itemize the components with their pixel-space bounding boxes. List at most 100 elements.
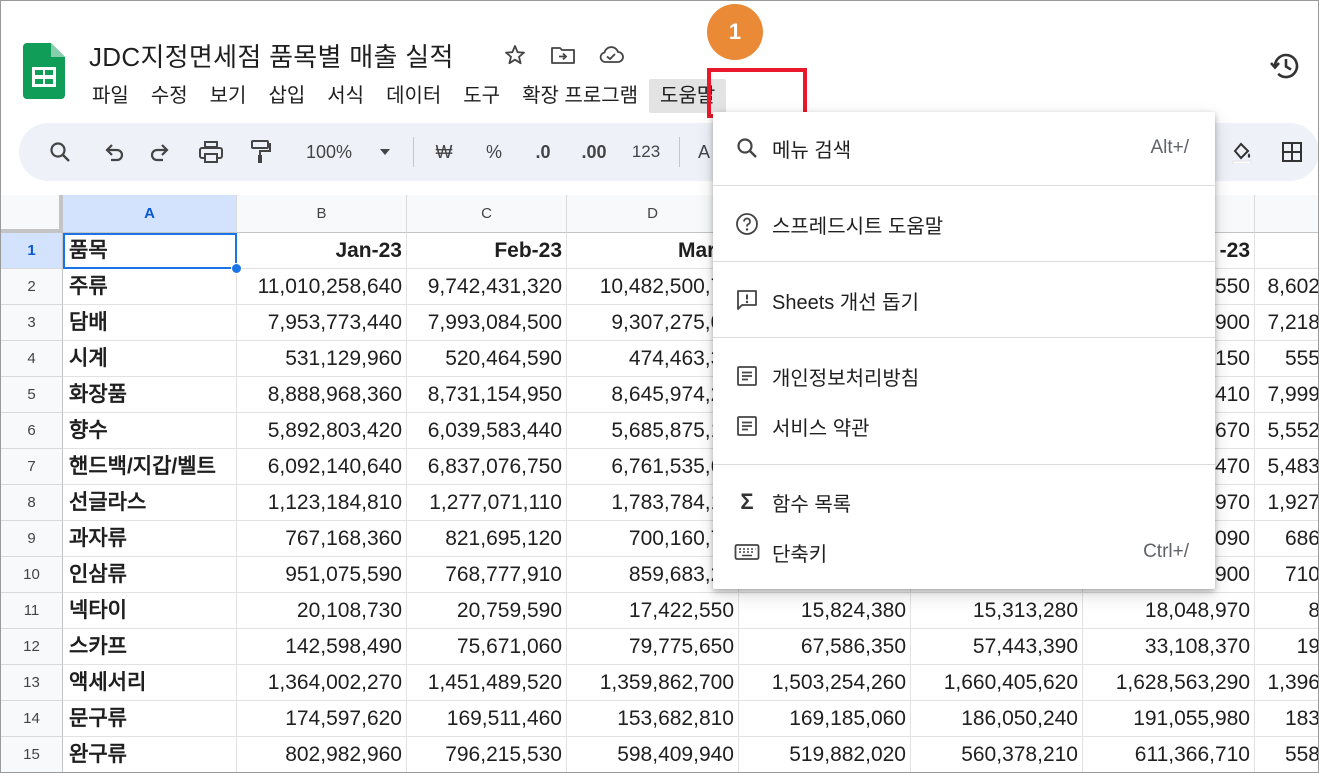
cell-d[interactable]: 79,775,650 [567,629,739,665]
cloud-status-icon[interactable] [597,41,625,69]
currency-format-button[interactable]: ₩ [427,123,461,181]
cell-h[interactable]: 8,602 [1255,269,1318,305]
cell-h[interactable]: 1,927 [1255,485,1318,521]
cell-b[interactable]: 20,108,730 [237,593,407,629]
increase-decimal-button[interactable]: .00 [571,123,617,181]
row-header[interactable]: 11 [1,593,63,629]
row-header[interactable]: 1 [1,233,63,269]
menu-search-item[interactable]: 메뉴 검색 Alt+/ [713,126,1215,170]
sheets-help-item[interactable]: 스프레드시트 도움말 [713,202,1215,246]
cell-c[interactable]: 6,039,583,440 [407,413,567,449]
cell-b[interactable]: 767,168,360 [237,521,407,557]
cell-a[interactable]: 완구류 [63,737,237,772]
menu-edit[interactable]: 수정 [140,79,199,113]
column-header-h[interactable] [1255,195,1318,233]
move-folder-icon[interactable] [549,41,577,69]
row-header[interactable]: 2 [1,269,63,305]
cell-f[interactable]: 560,378,210 [911,737,1083,772]
cell-c[interactable]: 520,464,590 [407,341,567,377]
decrease-decimal-button[interactable]: .0 [523,123,563,181]
fill-color-icon[interactable] [1225,123,1259,181]
row-header[interactable]: 6 [1,413,63,449]
cell-h[interactable]: 7,999 [1255,377,1318,413]
privacy-policy-item[interactable]: 개인정보처리방침 [713,354,1215,398]
row-header[interactable]: 13 [1,665,63,701]
menu-data[interactable]: 데이터 [375,79,452,113]
row-header[interactable]: 10 [1,557,63,593]
borders-icon[interactable] [1275,123,1309,181]
cell-e[interactable]: 169,185,060 [739,701,911,737]
row-header[interactable]: 3 [1,305,63,341]
cell-a[interactable]: 과자류 [63,521,237,557]
improve-sheets-item[interactable]: Sheets 개선 돕기 [713,278,1215,322]
cell-c[interactable]: 768,777,910 [407,557,567,593]
cell-d[interactable]: 17,422,550 [567,593,739,629]
search-menus-icon[interactable] [43,123,77,181]
cell-c[interactable]: 1,277,071,110 [407,485,567,521]
cell-d[interactable]: 598,409,940 [567,737,739,772]
cell-a[interactable]: 스카프 [63,629,237,665]
cell-b[interactable]: 11,010,258,640 [237,269,407,305]
cell-h[interactable]: 686 [1255,521,1318,557]
cell-h[interactable]: 7,218 [1255,305,1318,341]
row-header[interactable]: 12 [1,629,63,665]
cell-d[interactable]: 153,682,810 [567,701,739,737]
cell-a[interactable]: 핸드백/지갑/벨트 [63,449,237,485]
cell-a[interactable]: 문구류 [63,701,237,737]
fill-handle[interactable] [231,263,242,274]
function-list-item[interactable]: Σ 함수 목록 [713,480,1215,524]
menu-file[interactable]: 파일 [81,79,140,113]
cell-e[interactable]: 519,882,020 [739,737,911,772]
column-header-a[interactable]: A [63,195,237,233]
cell-c[interactable]: 169,511,460 [407,701,567,737]
cell-d[interactable]: 1,359,862,700 [567,665,739,701]
zoom-select[interactable]: 100% [297,123,361,181]
cell-e[interactable]: 1,503,254,260 [739,665,911,701]
keyboard-shortcuts-item[interactable]: 단축키 Ctrl+/ [713,530,1215,574]
cell-b[interactable]: 6,092,140,640 [237,449,407,485]
cell-g[interactable]: 33,108,370 [1083,629,1255,665]
cell-c[interactable]: 75,671,060 [407,629,567,665]
menu-format[interactable]: 서식 [316,79,375,113]
menu-view[interactable]: 보기 [199,79,258,113]
cell-b[interactable]: 951,075,590 [237,557,407,593]
cell-b[interactable]: 1,364,002,270 [237,665,407,701]
cell-b[interactable]: 7,953,773,440 [237,305,407,341]
cell-a[interactable]: 담배 [63,305,237,341]
cell-h[interactable]: 558 [1255,737,1318,772]
document-title[interactable]: JDC지정면세점 품목별 매출 실적 [89,37,454,74]
column-header-b[interactable]: B [237,195,407,233]
number-format-button[interactable]: 123 [625,123,667,181]
cell-f[interactable]: 57,443,390 [911,629,1083,665]
cell-g[interactable]: 191,055,980 [1083,701,1255,737]
cell-a[interactable]: 품목 [63,233,237,269]
cell-c[interactable]: 9,742,431,320 [407,269,567,305]
redo-icon[interactable] [143,123,177,181]
cell-h[interactable]: 710 [1255,557,1318,593]
row-header[interactable]: 4 [1,341,63,377]
star-icon[interactable] [501,41,529,69]
cell-c[interactable]: 7,993,084,500 [407,305,567,341]
cell-b[interactable]: 531,129,960 [237,341,407,377]
cell-h[interactable]: 19 [1255,629,1318,665]
menu-extensions[interactable]: 확장 프로그램 [511,79,649,113]
version-history-icon[interactable] [1269,49,1303,83]
cell-g[interactable]: 1,628,563,290 [1083,665,1255,701]
cell-b[interactable]: 5,892,803,420 [237,413,407,449]
menu-tools[interactable]: 도구 [452,79,511,113]
cell-b[interactable]: 802,982,960 [237,737,407,772]
cell-b[interactable]: 1,123,184,810 [237,485,407,521]
cell-c[interactable]: 8,731,154,950 [407,377,567,413]
cell-g[interactable]: 18,048,970 [1083,593,1255,629]
cell-h[interactable]: 8 [1255,593,1318,629]
cell-b[interactable]: Jan-23 [237,233,407,269]
paint-format-icon[interactable] [243,123,279,181]
cell-a[interactable]: 주류 [63,269,237,305]
row-header[interactable]: 5 [1,377,63,413]
cell-b[interactable]: 142,598,490 [237,629,407,665]
cell-f[interactable]: 15,313,280 [911,593,1083,629]
cell-g[interactable]: 611,366,710 [1083,737,1255,772]
cell-a[interactable]: 액세서리 [63,665,237,701]
row-header[interactable]: 8 [1,485,63,521]
cell-c[interactable]: 20,759,590 [407,593,567,629]
